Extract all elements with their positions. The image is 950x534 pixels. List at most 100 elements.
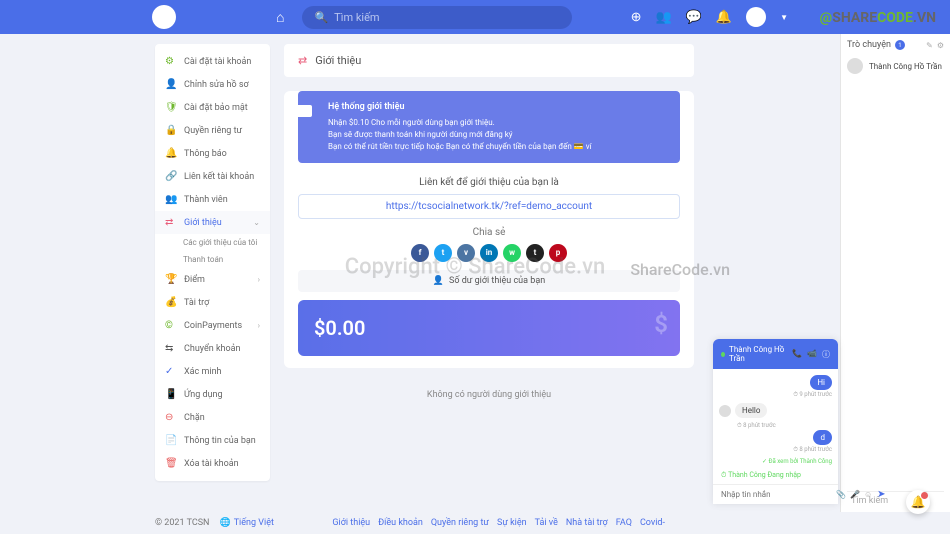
sidebar-item-block[interactable]: ⊖Chặn	[155, 406, 270, 429]
sidebar-item-verify[interactable]: ✓Xác minh	[155, 360, 270, 383]
avatar[interactable]	[746, 7, 766, 27]
chevron-down-icon: ⌄	[253, 218, 260, 227]
sidebar-item-members[interactable]: 👥Thành viên	[155, 188, 270, 211]
sidebar-item-notifications[interactable]: 🔔Thông báo	[155, 142, 270, 165]
page-title-card: ⇄ Giới thiệu	[284, 44, 694, 77]
footer-link[interactable]: Điều khoản	[378, 518, 423, 528]
sidebar-item-transfer[interactable]: ⇆Chuyển khoản	[155, 337, 270, 360]
language-selector[interactable]: 🌐 Tiếng Việt	[219, 518, 273, 528]
sidebar-sub-payments[interactable]: Thanh toán	[155, 251, 270, 268]
chat-header[interactable]: Thành Công Hồ Trần 📞 📹 ⓘ	[713, 339, 838, 369]
chat-window: Thành Công Hồ Trần 📞 📹 ⓘ Hi ⏱ 9 phút trư…	[713, 339, 838, 504]
balance-amount: $0.00	[314, 316, 365, 340]
video-icon[interactable]: 📹	[807, 349, 817, 360]
balance-card: $0.00 $	[298, 300, 680, 356]
content: ⇄ Giới thiệu Hệ thống giới thiệu Nhận $0…	[284, 44, 694, 510]
page-title: Giới thiệu	[315, 54, 361, 67]
footer-links: Giới thiệu Điều khoản Quyền riêng tư Sự …	[332, 518, 665, 528]
facebook-button[interactable]: f	[411, 244, 429, 262]
chat-icon[interactable]: 💬	[686, 10, 702, 25]
chat-body: Hi ⏱ 9 phút trước Hello ⏱ 8 phút trước d…	[713, 369, 838, 471]
referral-link[interactable]: https://tcsocialnetwork.tk/?ref=demo_acc…	[298, 194, 680, 219]
gear-icon[interactable]: ⚙	[937, 41, 944, 50]
send-button[interactable]: ➤	[877, 489, 885, 500]
sidebar-item-sponsor[interactable]: 💰Tài trợ	[155, 291, 270, 314]
sidebar-item-referrals[interactable]: ⇄Giới thiệu⌄	[155, 211, 270, 234]
balance-label-button[interactable]: 👤 Số dư giới thiệu của bạn	[298, 270, 680, 292]
search-box[interactable]: 🔍	[302, 6, 572, 29]
chat-user-item[interactable]: Thành Công Hồ Trần	[847, 58, 944, 74]
money-icon: $	[654, 310, 668, 338]
no-users-text: Không có người dùng giới thiệu	[284, 390, 694, 400]
pinterest-button[interactable]: p	[549, 244, 567, 262]
notification-dot	[921, 492, 928, 499]
chevron-right-icon: ›	[258, 321, 260, 330]
footer-link[interactable]: Sự kiện	[497, 518, 527, 528]
info-box: Hệ thống giới thiệu Nhận $0.10 Cho mỗi n…	[298, 91, 680, 163]
person-icon: 👤	[433, 276, 444, 286]
badge-icon	[294, 105, 312, 117]
chat-count-badge: 1	[895, 40, 905, 50]
chat-sidebar-title: Trò chuyện 1 ✎ ⚙	[847, 40, 944, 50]
emoji-icon[interactable]: ☺	[864, 490, 872, 499]
message-sent: Hi ⏱ 9 phút trước	[719, 375, 832, 399]
message-received: Hello	[719, 403, 832, 418]
call-icon[interactable]: 📞	[792, 349, 802, 360]
attach-icon[interactable]: 📎	[836, 490, 846, 499]
sidebar-item-security[interactable]: 🛡Cài đặt bảo mật	[155, 96, 270, 119]
social-buttons: f t v in w t p	[284, 244, 694, 262]
chat-input[interactable]	[721, 490, 831, 499]
footer-link[interactable]: Tải về	[535, 518, 558, 528]
referral-card: Hệ thống giới thiệu Nhận $0.10 Cho mỗi n…	[284, 91, 694, 368]
footer: © 2021 TCSN 🌐 Tiếng Việt Giới thiệu Điều…	[0, 512, 950, 534]
footer-link[interactable]: Quyền riêng tư	[431, 518, 489, 528]
notification-icon[interactable]: 🔔	[716, 10, 732, 25]
chat-sidebar: Trò chuyện 1 ✎ ⚙ Thành Công Hồ Trần Tìm …	[840, 34, 950, 514]
sidebar-item-privacy[interactable]: 🔒Quyền riêng tư	[155, 119, 270, 142]
whatsapp-button[interactable]: w	[503, 244, 521, 262]
sidebar-item-account-settings[interactable]: ⚙Cài đặt tài khoản	[155, 50, 270, 73]
sidebar-item-points[interactable]: 🏆Điểm›	[155, 268, 270, 291]
top-icons: ⊕ 👥 💬 🔔 ▼	[631, 7, 788, 27]
message-sent: d ⏱ 8 phút trước	[719, 430, 832, 454]
sidebar: ⚙Cài đặt tài khoản 👤Chỉnh sửa hồ sơ 🛡Cài…	[155, 44, 270, 481]
online-dot	[721, 352, 725, 357]
chat-user-avatar	[847, 58, 863, 74]
twitter-button[interactable]: t	[434, 244, 452, 262]
chevron-down-icon[interactable]: ▼	[780, 13, 788, 22]
info-icon[interactable]: ⓘ	[822, 349, 830, 360]
vk-button[interactable]: v	[457, 244, 475, 262]
swap-icon: ⇄	[298, 54, 307, 67]
footer-link[interactable]: Giới thiệu	[332, 518, 370, 528]
copyright: © 2021 TCSN	[155, 518, 209, 528]
edit-icon[interactable]: ✎	[926, 41, 933, 50]
footer-link[interactable]: Nhà tài trợ	[566, 518, 608, 528]
search-input[interactable]	[334, 11, 560, 24]
logo[interactable]	[152, 5, 176, 29]
home-icon[interactable]: ⌂	[276, 9, 284, 26]
msg-avatar	[719, 405, 731, 417]
seen-indicator: ✓ Đã xem bởi Thành Công	[719, 458, 832, 465]
sidebar-item-coinpayments[interactable]: ©CoinPayments›	[155, 314, 270, 337]
notification-bell[interactable]: 🔔	[906, 490, 930, 514]
chat-input-row: 📎 🎤 ☺ ➤	[713, 484, 838, 504]
add-icon[interactable]: ⊕	[631, 10, 642, 25]
share-title: Chia sẻ	[284, 227, 694, 238]
sidebar-item-edit-profile[interactable]: 👤Chỉnh sửa hồ sơ	[155, 73, 270, 96]
sidebar-item-link-account[interactable]: 🔗Liên kết tài khoản	[155, 165, 270, 188]
telegram-button[interactable]: t	[526, 244, 544, 262]
sidebar-sub-my-referrals[interactable]: Các giới thiệu của tôi	[155, 234, 270, 251]
chevron-right-icon: ›	[258, 275, 260, 284]
topbar: ⌂ 🔍 ⊕ 👥 💬 🔔 ▼	[0, 0, 950, 34]
sharecode-watermark: @SHARECODE.VN	[820, 10, 936, 26]
sidebar-item-your-info[interactable]: 📄Thông tin của bạn	[155, 429, 270, 452]
search-icon: 🔍	[314, 11, 328, 24]
friends-icon[interactable]: 👥	[656, 10, 672, 25]
sidebar-item-delete-account[interactable]: 🗑Xóa tài khoản	[155, 452, 270, 475]
link-title: Liên kết để giới thiệu của bạn là	[284, 177, 694, 188]
footer-link[interactable]: Covid-	[640, 518, 665, 528]
linkedin-button[interactable]: in	[480, 244, 498, 262]
sidebar-item-apps[interactable]: 📱Ứng dụng	[155, 383, 270, 406]
mic-icon[interactable]: 🎤	[850, 490, 860, 499]
footer-link[interactable]: FAQ	[616, 518, 632, 528]
